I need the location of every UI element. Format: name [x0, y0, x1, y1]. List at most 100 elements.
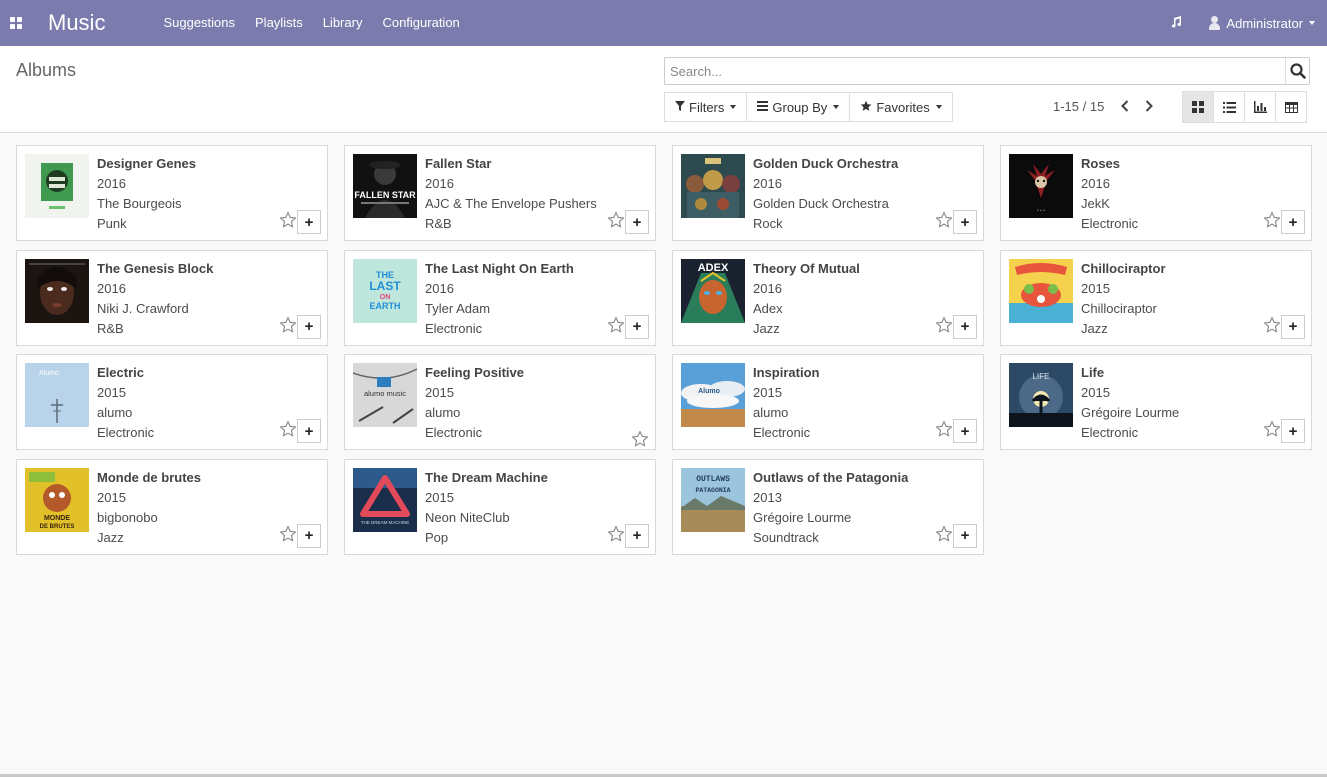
- album-card-10[interactable]: alumo music Feeling Positive 2015 alumo …: [344, 354, 656, 450]
- album-card-2[interactable]: FALLEN STAR Fallen Star 2016 AJC & The E…: [344, 145, 656, 241]
- star-outline-icon[interactable]: [607, 525, 625, 543]
- album-card-6[interactable]: THE LAST ON EARTH The Last Night On Earth 2…: [344, 249, 656, 346]
- album-card-12[interactable]: LIFE Life 2015 Grégoire Lourme Electroni…: [1000, 354, 1312, 450]
- add-to-playlist-button[interactable]: +: [1281, 210, 1305, 234]
- star-outline-icon[interactable]: [607, 211, 625, 229]
- list-view-button[interactable]: [1213, 91, 1245, 123]
- star-outline-icon[interactable]: [1263, 420, 1281, 438]
- add-to-playlist-button[interactable]: +: [953, 523, 977, 548]
- favorites-label: Favorites: [876, 99, 930, 115]
- page-title: Albums: [16, 60, 77, 80]
- add-to-playlist-button[interactable]: +: [297, 523, 321, 548]
- add-to-playlist-button[interactable]: +: [953, 419, 977, 443]
- kanban-view-button[interactable]: [1182, 91, 1214, 123]
- album-cover-image[interactable]: LIFE: [1009, 363, 1073, 427]
- album-card-7[interactable]: ADEX Theory Of Mutual 2016 Adex Jazz +: [672, 249, 984, 346]
- favorites-button[interactable]: Favorites: [849, 92, 953, 122]
- album-title: The Genesis Block: [97, 260, 214, 276]
- add-to-playlist-button[interactable]: +: [953, 210, 977, 234]
- graph-view-button[interactable]: [1244, 91, 1276, 123]
- star-outline-icon[interactable]: [279, 211, 297, 229]
- album-card-13[interactable]: MONDE DE BRUTES Monde de brutes 2015 bigb…: [16, 458, 328, 555]
- star-outline-icon[interactable]: [935, 211, 953, 229]
- star-outline-icon[interactable]: [279, 316, 297, 334]
- add-to-playlist-button[interactable]: +: [297, 314, 321, 339]
- pager-next-button[interactable]: [1137, 94, 1161, 118]
- search-input[interactable]: [665, 58, 1285, 84]
- user-menu[interactable]: Administrator: [1208, 16, 1315, 31]
- album-cover-image[interactable]: MONDE DE BRUTES: [25, 467, 89, 532]
- top-navbar: Music Suggestions Playlists Library Conf…: [0, 0, 1327, 46]
- apps-menu-icon[interactable]: [0, 0, 32, 46]
- add-to-playlist-button[interactable]: +: [1281, 314, 1305, 339]
- main-menu: Suggestions Playlists Library Configurat…: [153, 0, 469, 46]
- album-genre: Jazz: [753, 320, 780, 336]
- album-card-11[interactable]: Alumo Inspiration 2015 alumo Electronic …: [672, 354, 984, 450]
- album-year: 2016: [425, 280, 454, 296]
- svg-text:THE DREAM MACHINE: THE DREAM MACHINE: [361, 520, 410, 525]
- star-outline-icon[interactable]: [935, 316, 953, 334]
- star-outline-icon[interactable]: [1263, 316, 1281, 334]
- add-to-playlist-button[interactable]: +: [625, 523, 649, 548]
- album-cover-image[interactable]: ADEX: [681, 258, 745, 323]
- album-cover-image[interactable]: [1009, 258, 1073, 323]
- add-to-playlist-button[interactable]: +: [625, 314, 649, 339]
- star-outline-icon[interactable]: [935, 420, 953, 438]
- music-note-icon[interactable]: [1158, 15, 1194, 31]
- menu-suggestions[interactable]: Suggestions: [153, 0, 245, 46]
- group-by-button[interactable]: Group By: [746, 92, 851, 122]
- album-cover-image[interactable]: Alumo: [25, 363, 89, 427]
- add-to-playlist-button[interactable]: +: [297, 419, 321, 443]
- album-card-4[interactable]: • • • Roses 2016 JekK Electronic +: [1000, 145, 1312, 241]
- album-artist: AJC & The Envelope Pushers: [425, 196, 597, 211]
- album-cover-image[interactable]: Alumo: [681, 363, 745, 427]
- album-artist: Chillociraptor: [1081, 300, 1157, 316]
- menu-configuration[interactable]: Configuration: [372, 0, 469, 46]
- album-title: Theory Of Mutual: [753, 260, 860, 276]
- star-outline-icon[interactable]: [935, 525, 953, 543]
- filters-button[interactable]: Filters: [664, 92, 748, 122]
- album-card-1[interactable]: Designer Genes 2016 The Bourgeois Punk +: [16, 145, 328, 241]
- star-outline-icon[interactable]: [279, 420, 297, 438]
- album-card-9[interactable]: Alumo Electric 2015 alumo Electronic +: [16, 354, 328, 450]
- add-to-playlist-button[interactable]: +: [953, 314, 977, 339]
- chevron-left-icon: [1121, 100, 1129, 112]
- album-card-5[interactable]: The Genesis Block 2016 Niki J. Crawford …: [16, 249, 328, 346]
- svg-text:FALLEN STAR: FALLEN STAR: [354, 190, 416, 200]
- star-outline-icon[interactable]: [607, 316, 625, 334]
- album-cover-image[interactable]: OUTLAWS PATAGONIA: [681, 467, 745, 532]
- pager-previous-button[interactable]: [1113, 94, 1137, 118]
- menu-playlists[interactable]: Playlists: [245, 0, 313, 46]
- album-cover-image[interactable]: FALLEN STAR: [353, 154, 417, 218]
- album-title: Outlaws of the Patagonia: [753, 469, 909, 485]
- search-icon[interactable]: [1285, 58, 1309, 84]
- add-to-playlist-button[interactable]: +: [297, 210, 321, 234]
- album-cover-image[interactable]: [681, 154, 745, 218]
- album-card-15[interactable]: OUTLAWS PATAGONIA Outlaws of the Patagoni…: [672, 458, 984, 555]
- album-card-3[interactable]: Golden Duck Orchestra 2016 Golden Duck O…: [672, 145, 984, 241]
- album-title: Designer Genes: [97, 156, 196, 171]
- add-to-playlist-button[interactable]: +: [1281, 419, 1305, 443]
- pivot-view-button[interactable]: [1275, 91, 1307, 123]
- star-outline-icon[interactable]: [279, 525, 297, 543]
- album-card-8[interactable]: Chillociraptor 2015 Chillociraptor Jazz …: [1000, 249, 1312, 346]
- kanban-grid-icon: [1192, 101, 1204, 113]
- album-title: Electric: [97, 365, 144, 380]
- app-brand: Music: [48, 10, 106, 35]
- album-card-14[interactable]: THE DREAM MACHINE The Dream Machine 2015…: [344, 458, 656, 555]
- star-outline-icon[interactable]: [631, 430, 649, 448]
- star-outline-icon[interactable]: [1263, 211, 1281, 229]
- album-cover-image[interactable]: [25, 154, 89, 218]
- album-cover-image[interactable]: alumo music: [353, 363, 417, 427]
- album-cover-image[interactable]: THE LAST ON EARTH: [353, 258, 417, 323]
- album-cover-image[interactable]: [25, 258, 89, 323]
- svg-text:PATAGONIA: PATAGONIA: [695, 487, 730, 494]
- svg-text:LIFE: LIFE: [1033, 372, 1050, 381]
- album-cover-image[interactable]: THE DREAM MACHINE: [353, 467, 417, 532]
- pager-value[interactable]: 1-15 / 15: [1053, 99, 1104, 114]
- add-to-playlist-button[interactable]: +: [625, 210, 649, 234]
- svg-text:Alumo: Alumo: [39, 370, 59, 377]
- album-cover-image[interactable]: • • •: [1009, 154, 1073, 218]
- menu-library[interactable]: Library: [313, 0, 373, 46]
- chevron-down-icon: [730, 105, 737, 109]
